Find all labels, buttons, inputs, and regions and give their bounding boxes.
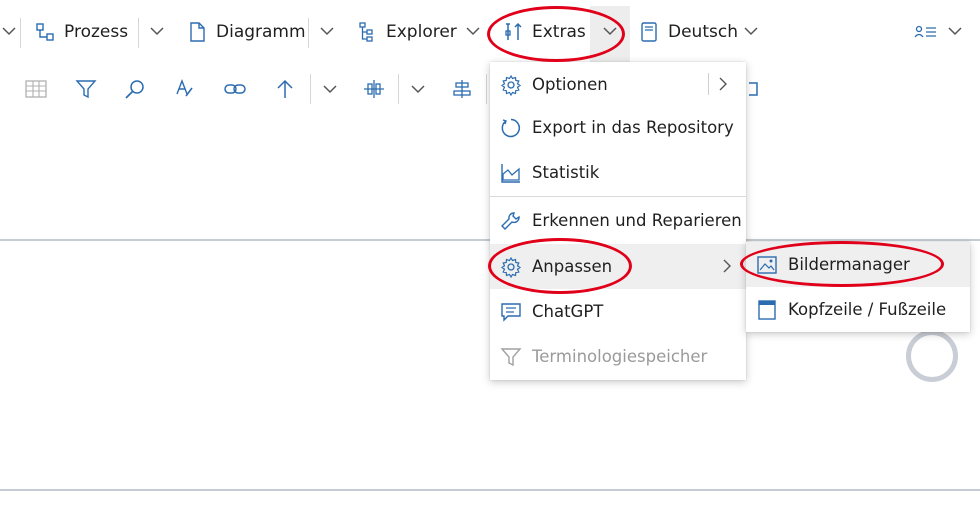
split-separator (708, 73, 709, 95)
filter-icon (500, 346, 522, 368)
prozess-dropdown-chevron-icon[interactable] (148, 22, 166, 40)
submenu-item-bildermanager[interactable]: Bildermanager (746, 242, 970, 287)
arrow-up-icon[interactable] (273, 76, 297, 102)
ribbon-separator (308, 18, 309, 48)
ribbon-separator (20, 18, 21, 48)
menu-item-statistik[interactable]: Statistik (490, 150, 746, 195)
menu-item-erkennen-reparieren[interactable]: Erkennen und Reparieren (490, 198, 746, 243)
chevron-right-icon (722, 258, 732, 278)
menu-item-label: Statistik (532, 163, 600, 182)
extras-dropdown-chevron-icon[interactable] (601, 22, 619, 40)
menu-item-export-repository[interactable]: Export in das Repository (490, 105, 746, 150)
wrench-icon (500, 210, 522, 232)
ribbon-separator (138, 18, 139, 48)
toolbar-separator (310, 74, 311, 104)
explorer-dropdown-chevron-icon[interactable] (464, 22, 482, 40)
loading-spinner (906, 330, 958, 382)
user-dropdown-chevron-icon[interactable] (946, 22, 964, 40)
canvas-bottom-divider (0, 489, 980, 491)
extras-label: Extras (532, 22, 586, 42)
diagramm-menu[interactable]: Diagramm (186, 14, 306, 50)
menu-item-label: Anpassen (532, 257, 613, 276)
gear-icon (500, 74, 522, 96)
chevron-right-icon[interactable] (718, 76, 728, 96)
filter-icon[interactable] (74, 76, 98, 102)
link-icon[interactable] (223, 76, 247, 102)
area-chart-icon (500, 162, 522, 184)
user-list-icon[interactable] (914, 22, 938, 42)
menu-item-label: Optionen (532, 75, 608, 94)
process-icon (34, 21, 56, 43)
menu-item-chatgpt[interactable]: ChatGPT (490, 289, 746, 334)
language-dropdown-chevron-icon[interactable] (742, 22, 760, 40)
chat-icon (500, 301, 522, 323)
menu-divider (490, 196, 746, 197)
menu-item-label: Erkennen und Reparieren (532, 211, 742, 230)
toolbar-separator (398, 74, 399, 104)
language-label: Deutsch (668, 22, 738, 42)
menu-item-label: Terminologiespeicher (532, 347, 708, 366)
chevron-down-icon[interactable] (0, 22, 18, 40)
table-icon[interactable] (24, 76, 48, 102)
prozess-menu[interactable]: Prozess (34, 14, 128, 50)
spellcheck-icon[interactable] (173, 76, 197, 102)
document-icon (186, 21, 208, 43)
explorer-label: Explorer (386, 22, 457, 42)
refresh-icon (500, 117, 522, 139)
explorer-menu[interactable]: Explorer (356, 14, 457, 50)
menu-item-optionen[interactable]: Optionen (490, 62, 746, 107)
menu-item-label: ChatGPT (532, 302, 604, 321)
search-icon[interactable] (123, 76, 147, 102)
tree-icon (356, 21, 378, 43)
book-icon (638, 21, 660, 43)
submenu-item-kopfzeile-fusszeile[interactable]: Kopfzeile / Fußzeile (746, 287, 970, 332)
ribbon-bar: Prozess Diagramm Explorer Extras Deutsch (0, 0, 980, 64)
menu-item-label: Bildermanager (788, 255, 910, 274)
gear-icon (500, 256, 522, 278)
header-footer-icon (756, 299, 778, 321)
image-manager-icon (756, 254, 778, 276)
chevron-down-icon[interactable] (318, 76, 342, 102)
tools-icon (502, 21, 524, 43)
anpassen-submenu: Bildermanager Kopfzeile / Fußzeile (746, 242, 970, 332)
prozess-label: Prozess (64, 22, 129, 42)
diagramm-label: Diagramm (216, 22, 306, 42)
language-menu[interactable]: Deutsch (638, 14, 738, 50)
menu-item-terminologiespeicher: Terminologiespeicher (490, 334, 746, 379)
chevron-down-icon[interactable] (406, 76, 430, 102)
menu-item-label: Export in das Repository (532, 118, 734, 137)
distribute-icon[interactable] (450, 76, 474, 102)
toolbar-separator (486, 74, 487, 104)
extras-dropdown-menu: Optionen Export in das Repository Statis… (490, 62, 746, 380)
menu-item-anpassen[interactable]: Anpassen (490, 244, 746, 289)
diagramm-dropdown-chevron-icon[interactable] (318, 22, 336, 40)
extras-menu[interactable]: Extras (502, 14, 586, 50)
menu-item-label: Kopfzeile / Fußzeile (788, 300, 947, 319)
align-center-icon[interactable] (362, 76, 386, 102)
